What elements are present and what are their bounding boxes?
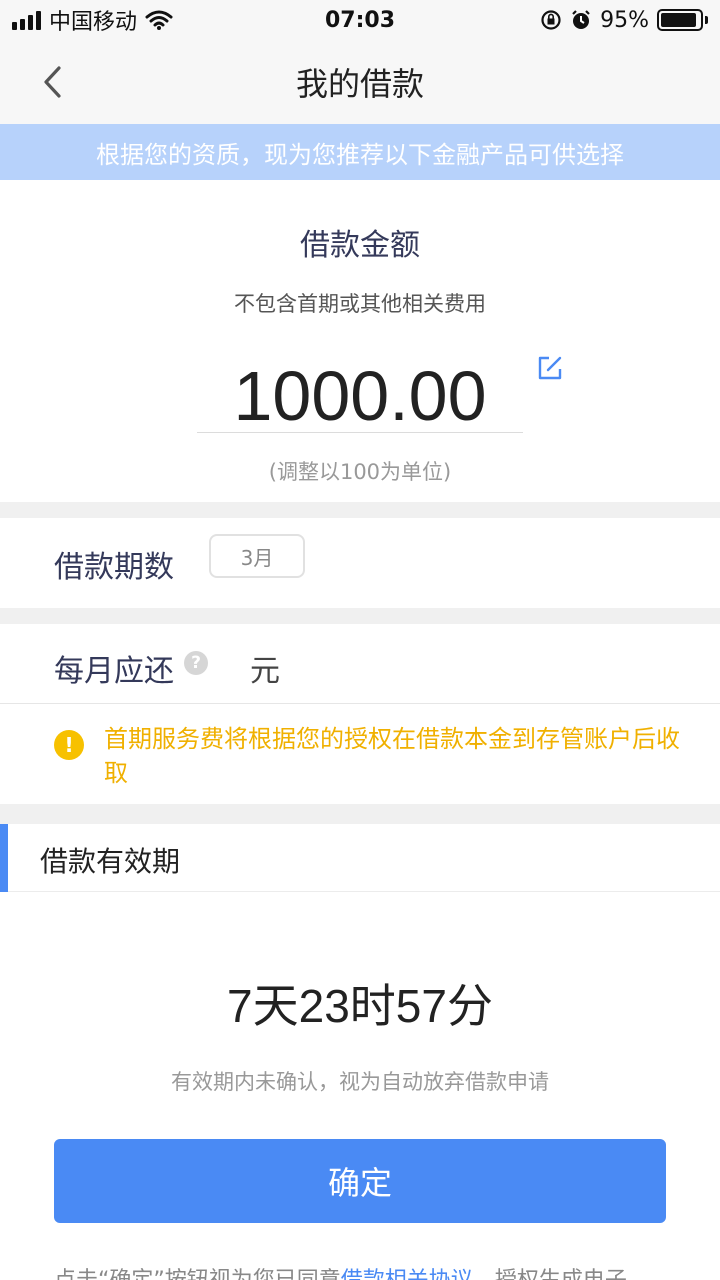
footer-prefix: 点击“确定”按钮视为您已同意 (54, 1268, 341, 1280)
signal-icon (12, 10, 41, 30)
validity-countdown: 7天23时57分 (227, 980, 493, 1032)
term-option-label: 3月 (240, 545, 274, 570)
monthly-label: 每月应还 (54, 654, 174, 689)
agreement-footer: 点击“确定”按钮视为您已同意借款相关协议，授权生成电子 (54, 1262, 694, 1280)
warning-icon: ! (54, 730, 84, 760)
back-button[interactable] (30, 60, 74, 104)
carrier-label: 中国移动 (49, 10, 138, 35)
monthly-repayment-row: 每月应还 ? 元 (0, 624, 720, 704)
help-icon[interactable]: ? (184, 651, 208, 675)
section-divider (0, 804, 720, 824)
rotation-lock-icon (541, 10, 561, 30)
nav-bar: 我的借款 (0, 40, 720, 124)
confirm-button[interactable]: 确定 (54, 1139, 666, 1223)
recommendation-banner: 根据您的资质，现为您推荐以下金融产品可供选择 (0, 124, 720, 180)
footer-suffix: ，授权生成电子 (473, 1268, 627, 1280)
page-title: 我的借款 (295, 65, 424, 103)
fee-notice: ! 首期服务费将根据您的授权在借款本金到存管账户后收取 (0, 704, 720, 804)
amount-title: 借款金额 (300, 228, 420, 263)
section-divider (0, 502, 720, 518)
monthly-unit: 元 (250, 654, 280, 689)
section-divider (0, 608, 720, 624)
term-row: 借款期数 3月 (0, 518, 720, 608)
status-bar: 中国移动 07:03 95% (0, 0, 720, 40)
chevron-left-icon (44, 66, 61, 98)
banner-text: 根据您的资质，现为您推荐以下金融产品可供选择 (96, 140, 624, 169)
edit-amount-button[interactable] (536, 354, 564, 382)
validity-header: 借款有效期 (0, 824, 720, 892)
status-right: 95% (540, 8, 708, 33)
amount-input[interactable]: 1000.00 (0, 356, 720, 436)
wifi-icon (145, 10, 173, 30)
notice-text: 首期服务费将根据您的授权在借款本金到存管账户后收取 (104, 725, 680, 787)
amount-underline (197, 432, 523, 433)
validity-title: 借款有效期 (40, 845, 181, 878)
validity-hint: 有效期内未确认，视为自动放弃借款申请 (171, 1070, 549, 1094)
term-option-chip[interactable]: 3月 (209, 534, 305, 578)
alarm-icon (572, 10, 590, 29)
section-accent-bar (0, 824, 8, 892)
amount-hint: (调整以100为单位) (268, 460, 452, 484)
edit-icon (538, 356, 562, 380)
battery-percent: 95% (600, 7, 649, 33)
battery-icon (657, 9, 708, 31)
agreement-link[interactable]: 借款相关协议 (341, 1268, 473, 1280)
status-left: 中国移动 (12, 4, 173, 36)
amount-subtitle: 不包含首期或其他相关费用 (234, 292, 486, 316)
amount-card: 借款金额 不包含首期或其他相关费用 1000.00 (调整以100为单位) (0, 180, 720, 502)
term-label: 借款期数 (54, 550, 174, 585)
